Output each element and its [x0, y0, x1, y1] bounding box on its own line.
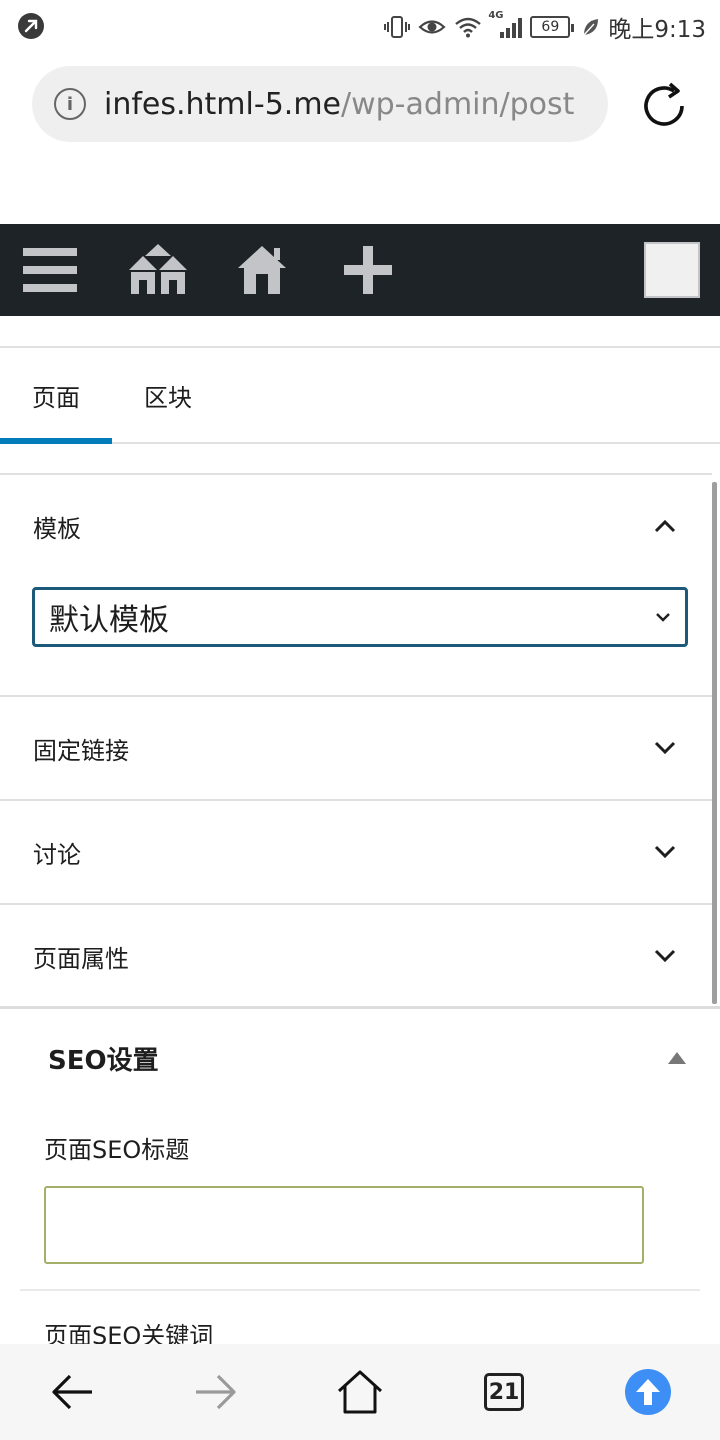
- signal-icon: 4G: [488, 10, 523, 40]
- leaf-icon: [582, 14, 600, 40]
- panel-page-attributes: 页面属性: [0, 905, 712, 1007]
- forward-icon[interactable]: [166, 1344, 266, 1440]
- url-text[interactable]: infes.html-5.me/wp-admin/post-ne: [104, 87, 574, 122]
- sites-icon[interactable]: [118, 224, 198, 316]
- sidebar-tabs: 页面 区块: [0, 348, 720, 444]
- plus-icon[interactable]: [334, 224, 402, 316]
- eye-icon: [418, 14, 446, 40]
- panel-title: 讨论: [33, 840, 81, 869]
- menu-icon[interactable]: [14, 224, 86, 316]
- upload-icon[interactable]: [598, 1344, 698, 1440]
- scrollbar[interactable]: [712, 482, 717, 1004]
- panel-discussion: 讨论: [0, 801, 712, 905]
- url-bar[interactable]: i infes.html-5.me/wp-admin/post-ne: [32, 66, 608, 142]
- info-icon[interactable]: i: [54, 88, 86, 120]
- battery-level: 69: [541, 19, 560, 35]
- panel-discussion-toggle[interactable]: 讨论: [0, 801, 712, 903]
- admin-bar: [0, 224, 720, 316]
- chevron-down-icon: [656, 613, 670, 622]
- panel-page-attributes-toggle[interactable]: 页面属性: [0, 905, 712, 1007]
- template-select-value: 默认模板: [49, 603, 169, 638]
- seo-page-title-input[interactable]: [44, 1186, 644, 1264]
- chevron-up-icon: [654, 519, 676, 533]
- browser-bottom-nav: 21: [0, 1344, 720, 1440]
- seo-page-title-label: 页面SEO标题: [44, 1136, 190, 1164]
- chevron-down-icon: [654, 845, 676, 859]
- home-nav-icon[interactable]: [310, 1344, 410, 1440]
- chevron-down-icon: [654, 741, 676, 755]
- network-type: 4G: [488, 10, 504, 21]
- seo-title: SEO设置: [48, 1046, 159, 1076]
- avatar[interactable]: [644, 242, 700, 298]
- panel-template-toggle[interactable]: 模板: [0, 475, 712, 577]
- tab-count: 21: [484, 1373, 524, 1411]
- vibrate-icon: [384, 14, 411, 40]
- reload-icon[interactable]: [638, 80, 690, 132]
- notification-icon: [18, 13, 44, 39]
- panel-title: 模板: [33, 514, 81, 543]
- clock: 晚上9:13: [608, 17, 706, 43]
- panel-template: 模板 默认模板: [0, 475, 712, 697]
- home-icon[interactable]: [228, 224, 296, 316]
- tabs-icon[interactable]: 21: [454, 1344, 554, 1440]
- chevron-down-icon: [654, 949, 676, 963]
- battery-icon: 69: [530, 16, 575, 38]
- panel-permalink: 固定链接: [0, 697, 712, 801]
- template-select[interactable]: 默认模板: [32, 587, 688, 647]
- panel-permalink-toggle[interactable]: 固定链接: [0, 697, 712, 799]
- url-host: infes.html-5.me: [104, 86, 341, 122]
- divider: [0, 1006, 720, 1009]
- panel-title: 固定链接: [33, 736, 129, 765]
- back-icon[interactable]: [22, 1344, 122, 1440]
- status-bar: 4G 69 晚上9:13: [0, 0, 720, 50]
- triangle-up-icon[interactable]: [668, 1052, 686, 1064]
- tab-page[interactable]: 页面: [0, 348, 112, 444]
- panel-title: 页面属性: [33, 944, 129, 973]
- divider: [20, 1289, 700, 1291]
- wifi-icon: [454, 14, 482, 40]
- url-path: /wp-admin/post-ne: [341, 86, 574, 122]
- tab-block[interactable]: 区块: [112, 348, 224, 442]
